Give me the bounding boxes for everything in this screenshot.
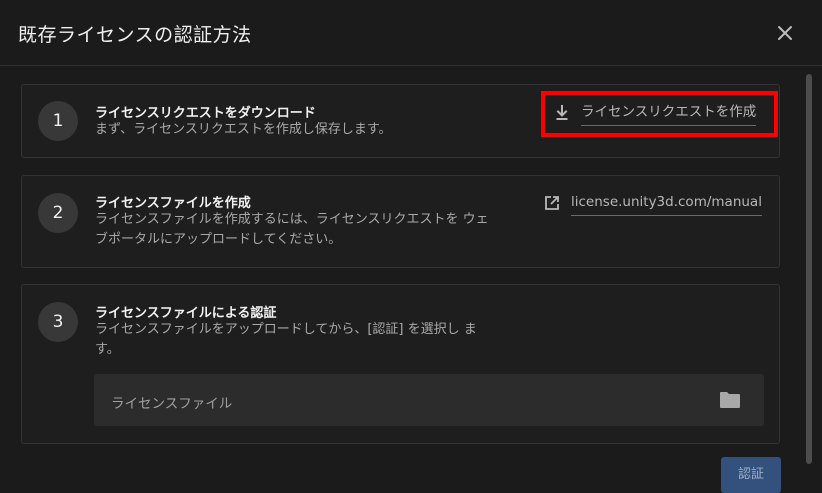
- dialog-title: 既存ライセンスの認証方法: [18, 24, 252, 46]
- step-number-2: 2: [38, 193, 78, 233]
- step-card-1: 1 ライセンスリクエストをダウンロード まず、ライセンスリクエストを作成し保存し…: [21, 84, 780, 158]
- license-file-placeholder: ライセンスファイル: [111, 396, 233, 412]
- license-portal-link[interactable]: license.unity3d.com/manual: [543, 194, 762, 216]
- step-number-3: 3: [38, 302, 78, 342]
- step-title-1: ライセンスリクエストをダウンロード: [95, 106, 316, 121]
- step-number-1: 1: [38, 101, 78, 141]
- step-card-3: 3 ライセンスファイルによる認証 ライセンスファイルをアップロードしてから、[認…: [21, 284, 780, 444]
- license-portal-link-label: license.unity3d.com/manual: [571, 194, 762, 216]
- step-description-1: まず、ライセンスリクエストを作成し保存します。: [95, 122, 392, 137]
- license-file-field[interactable]: ライセンスファイル: [94, 374, 764, 426]
- step-description-3: ライセンスファイルをアップロードしてから、[認証] を選択し ます。: [95, 322, 477, 357]
- external-link-icon: [545, 195, 559, 210]
- activation-dialog: 既存ライセンスの認証方法 1 ライセンスリクエストをダウンロード まず、ライセン…: [0, 0, 822, 493]
- step-description-2: ライセンスファイルを作成するには、ライセンスリクエストを ウェブポータルにアップ…: [95, 212, 489, 247]
- create-license-request-label: ライセンスリクエストを作成: [581, 104, 757, 126]
- browse-file-button[interactable]: [719, 390, 741, 410]
- download-icon: [556, 104, 568, 120]
- step-card-2: 2 ライセンスファイルを作成 ライセンスファイルを作成するには、ライセンスリクエ…: [21, 175, 780, 268]
- close-button[interactable]: [773, 21, 797, 45]
- step-title-2: ライセンスファイルを作成: [95, 196, 251, 211]
- dialog-content: 1 ライセンスリクエストをダウンロード まず、ライセンスリクエストを作成し保存し…: [0, 67, 822, 493]
- create-license-request-button[interactable]: ライセンスリクエストを作成: [553, 104, 757, 126]
- folder-icon: [720, 392, 740, 408]
- dialog-header: 既存ライセンスの認証方法: [0, 0, 822, 66]
- confirm-button[interactable]: 認証: [721, 457, 781, 493]
- close-icon: [778, 26, 792, 40]
- step-title-3: ライセンスファイルによる認証: [95, 306, 277, 321]
- scrollbar[interactable]: [806, 74, 812, 464]
